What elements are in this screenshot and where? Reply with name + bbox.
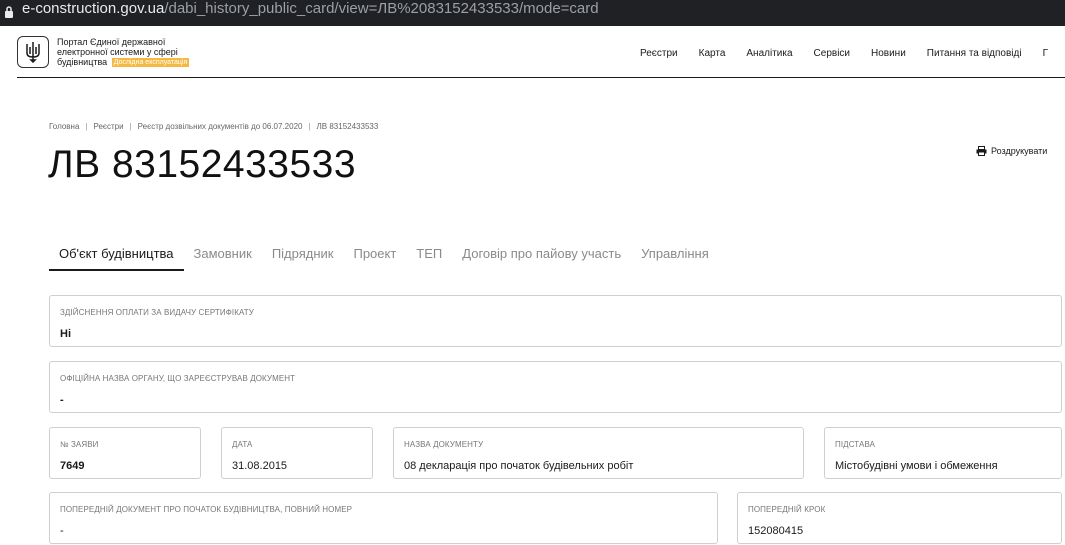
printer-icon — [976, 146, 987, 156]
field-value: 7649 — [60, 460, 85, 472]
field-label: Попередній документ про початок будівниц… — [60, 505, 353, 514]
field-value: Ні — [60, 328, 71, 340]
breadcrumb-home[interactable]: Головна — [49, 122, 79, 131]
header-divider — [17, 77, 1065, 78]
breadcrumb: Головна | Реєстри | Реєстр дозвільних докуме… — [49, 122, 378, 131]
tab-management[interactable]: Управління — [631, 246, 719, 271]
tab-tep[interactable]: ТЕП — [406, 246, 452, 271]
field-label: Дата — [232, 440, 253, 449]
nav-item-faq[interactable]: Питання та відповіді — [927, 48, 1022, 59]
tab-bar: Об'єкт будівництва Замовник Підрядник Пр… — [49, 246, 719, 271]
url-host: e-construction.gov.ua — [22, 0, 165, 17]
nav-item-analytics[interactable]: Аналітика — [746, 48, 792, 59]
field-previous-step: Попередній крок 152080415 — [737, 492, 1062, 544]
nav-item-registries[interactable]: Реєстри — [640, 48, 678, 59]
tab-project[interactable]: Проект — [343, 246, 406, 271]
tab-customer[interactable]: Замовник — [184, 246, 262, 271]
main-nav: Реєстри Карта Аналітика Сервіси Новини П… — [640, 48, 1065, 59]
nav-item-truncated[interactable]: Г — [1043, 48, 1048, 59]
site-header: Портал Єдиної державної електронної сист… — [0, 26, 1065, 78]
field-value: 152080415 — [748, 525, 804, 537]
url-path: /dabi_history_public_card/view=ЛВ%208315… — [164, 0, 599, 17]
field-value: - — [60, 394, 64, 406]
field-date: Дата 31.08.2015 — [221, 427, 373, 479]
lock-icon — [5, 6, 13, 18]
nav-item-map[interactable]: Карта — [699, 48, 726, 59]
browser-address-bar[interactable]: e-construction.gov.ua/dabi_history_publi… — [0, 0, 1065, 26]
print-button[interactable]: Роздрукувати — [976, 146, 1047, 156]
field-label: Попередній крок — [748, 505, 826, 514]
field-label: № заяви — [60, 440, 99, 449]
print-label: Роздрукувати — [991, 146, 1048, 156]
field-label: Офіційна назва органу, що зареєстрував д… — [60, 374, 296, 383]
portal-title[interactable]: Портал Єдиної державної електронної сист… — [57, 37, 217, 67]
tab-share-agreement[interactable]: Договір про пайову участь — [452, 246, 631, 271]
breadcrumb-current: ЛВ 83152433533 — [316, 122, 379, 131]
page-title: ЛВ 83152433533 — [48, 143, 357, 186]
field-authority: Офіційна назва органу, що зареєстрував д… — [49, 361, 1062, 413]
breadcrumb-registries[interactable]: Реєстри — [93, 122, 123, 131]
field-payment: Здійснення оплати за видачу сертифікату … — [49, 295, 1062, 347]
field-value: Містобудівні умови і обмеження — [835, 460, 998, 472]
field-value: - — [60, 525, 64, 537]
breadcrumb-registry[interactable]: Реєстр дозвільних документів до 06.07.20… — [138, 122, 303, 131]
tab-contractor[interactable]: Підрядник — [262, 246, 344, 271]
nav-item-news[interactable]: Новини — [871, 48, 906, 59]
trident-logo-icon[interactable] — [17, 36, 49, 68]
url-text[interactable]: e-construction.gov.ua/dabi_history_publi… — [22, 0, 599, 17]
field-label: Підстава — [835, 440, 876, 449]
breadcrumb-separator: | — [129, 122, 132, 131]
field-label: Назва документу — [404, 440, 484, 449]
field-value: 31.08.2015 — [232, 460, 288, 472]
field-label: Здійснення оплати за видачу сертифікату — [60, 308, 254, 317]
tab-construction-object[interactable]: Об'єкт будівництва — [49, 246, 184, 271]
field-value: 08 декларація про початок будівельних ро… — [404, 460, 634, 472]
field-previous-document: Попередній документ про початок будівниц… — [49, 492, 718, 544]
breadcrumb-separator: | — [85, 122, 88, 131]
field-document-name: Назва документу 08 декларація про почато… — [393, 427, 804, 479]
field-application-number: № заяви 7649 — [49, 427, 201, 479]
beta-badge: Дослідна експлуатація — [111, 58, 190, 67]
nav-item-services[interactable]: Сервіси — [814, 48, 850, 59]
field-basis: Підстава Містобудівні умови і обмеження — [824, 427, 1062, 479]
breadcrumb-separator: | — [308, 122, 311, 131]
